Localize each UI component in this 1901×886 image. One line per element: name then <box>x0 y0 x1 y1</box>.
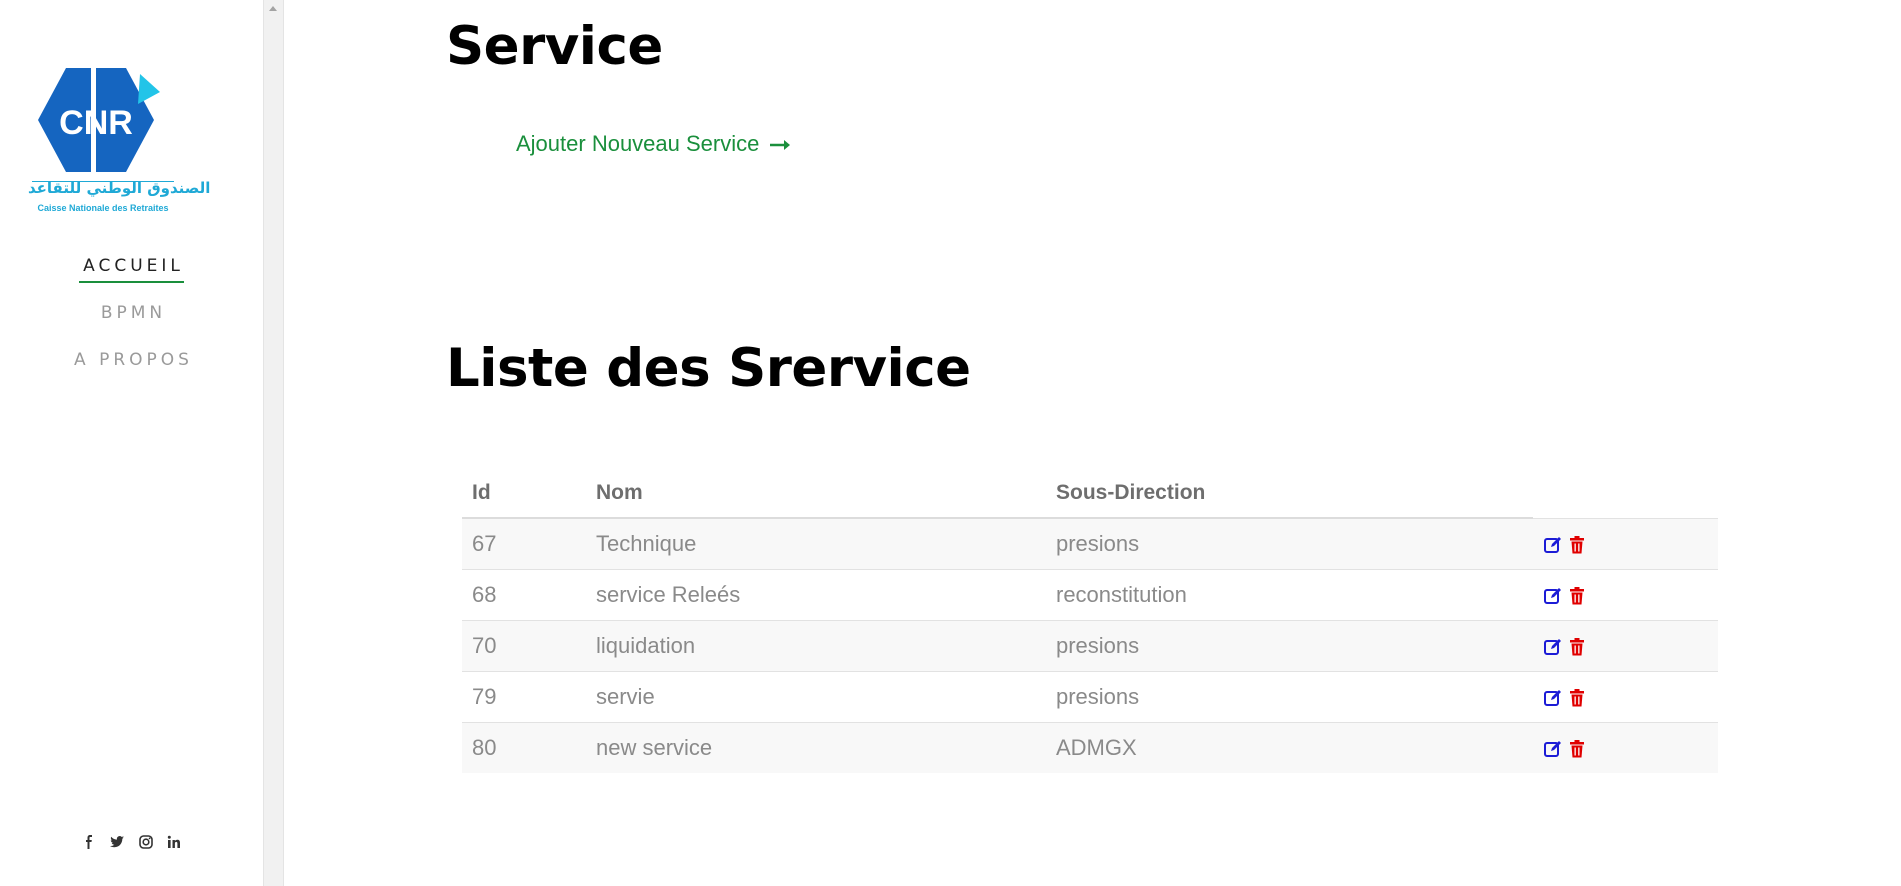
cell-actions <box>1533 620 1718 672</box>
cell-nom: liquidation <box>586 620 1046 672</box>
add-service-label: Ajouter Nouveau Service <box>516 131 760 156</box>
trash-icon[interactable] <box>1567 535 1587 555</box>
table-header-row: Id Nom Sous-Direction <box>462 469 1718 519</box>
trash-icon[interactable] <box>1567 688 1587 708</box>
cell-nom: servie <box>586 671 1046 723</box>
logo-latin-name: Caisse Nationale des Retraites <box>37 203 169 213</box>
cell-id: 79 <box>462 671 586 723</box>
cell-actions <box>1533 722 1718 773</box>
trash-icon[interactable] <box>1567 586 1587 606</box>
cell-id: 67 <box>462 517 586 570</box>
vertical-scrollbar[interactable] <box>263 0 284 886</box>
header-sous-direction: Sous-Direction <box>1046 469 1533 519</box>
cnr-logo[interactable]: CNR الصندوق الوطني للتقاعد Caisse Nation… <box>28 64 211 216</box>
cell-sous-direction: presions <box>1046 620 1533 672</box>
cell-nom: Technique <box>586 517 1046 570</box>
cell-nom: new service <box>586 722 1046 773</box>
services-table: Id Nom Sous-Direction 67 Technique presi… <box>462 469 1718 773</box>
edit-icon[interactable] <box>1543 739 1563 759</box>
scroll-up-arrow-icon[interactable] <box>269 6 277 11</box>
main-content: Service Ajouter Nouveau Service Liste de… <box>284 0 1901 886</box>
nav-item-accueil[interactable]: ACCUEIL <box>0 253 263 300</box>
edit-icon[interactable] <box>1543 586 1563 606</box>
table-row: 68 service Releés reconstitution <box>462 569 1718 621</box>
trash-icon[interactable] <box>1567 739 1587 759</box>
cell-actions <box>1533 517 1718 570</box>
instagram-icon[interactable] <box>138 834 154 850</box>
nav-item-bpmn[interactable]: BPMN <box>0 300 263 347</box>
cell-nom: service Releés <box>586 569 1046 621</box>
cell-actions <box>1533 671 1718 723</box>
add-service-link[interactable]: Ajouter Nouveau Service <box>516 131 793 158</box>
cell-sous-direction: ADMGX <box>1046 722 1533 773</box>
edit-icon[interactable] <box>1543 535 1563 555</box>
header-nom: Nom <box>586 469 1046 519</box>
main-nav: ACCUEIL BPMN A PROPOS <box>0 253 263 394</box>
trash-icon[interactable] <box>1567 637 1587 657</box>
cell-actions <box>1533 569 1718 621</box>
cnr-logo-emblem: CNR <box>38 68 160 172</box>
cell-sous-direction: reconstitution <box>1046 569 1533 621</box>
header-id: Id <box>462 469 586 519</box>
cell-id: 80 <box>462 722 586 773</box>
cell-id: 70 <box>462 620 586 672</box>
twitter-icon[interactable] <box>109 834 125 850</box>
arrow-right-icon <box>769 132 793 158</box>
logo-arabic-name: الصندوق الوطني للتقاعد <box>28 179 211 197</box>
sidebar: CNR الصندوق الوطني للتقاعد Caisse Nation… <box>0 0 263 886</box>
nav-item-a-propos[interactable]: A PROPOS <box>0 347 263 394</box>
edit-icon[interactable] <box>1543 637 1563 657</box>
social-links <box>0 833 263 851</box>
cell-id: 68 <box>462 569 586 621</box>
page-title: Service <box>446 16 663 77</box>
cell-sous-direction: presions <box>1046 671 1533 723</box>
table-row: 80 new service ADMGX <box>462 722 1718 773</box>
facebook-icon[interactable] <box>81 834 97 850</box>
table-row: 67 Technique presions <box>462 517 1718 570</box>
edit-icon[interactable] <box>1543 688 1563 708</box>
header-actions <box>1533 469 1718 518</box>
list-title: Liste des Srervice <box>446 338 971 399</box>
logo-acronym: CNR <box>59 104 133 142</box>
cell-sous-direction: presions <box>1046 517 1533 570</box>
table-row: 79 servie presions <box>462 671 1718 723</box>
table-row: 70 liquidation presions <box>462 620 1718 672</box>
linkedin-icon[interactable] <box>166 834 182 850</box>
